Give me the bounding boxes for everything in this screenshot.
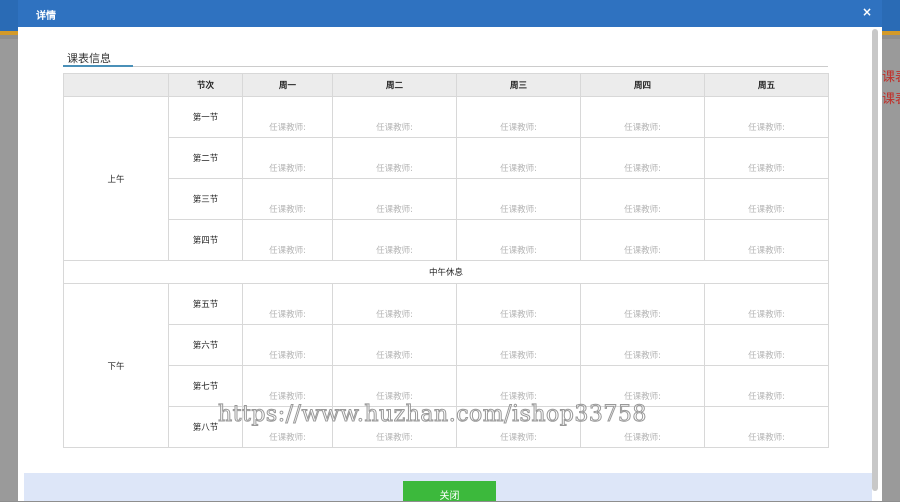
schedule-cell[interactable]: 任课教师: [332,96,457,138]
schedule-cell[interactable]: 任课教师: [580,178,705,220]
period-label: 第三节 [168,178,243,220]
schedule-cell[interactable]: 任课教师: [332,219,457,261]
schedule-cell[interactable]: 任课教师: [242,365,333,407]
period-label: 第六节 [168,324,243,366]
schedule-cell[interactable]: 任课教师: [704,283,829,325]
period-label: 第七节 [168,365,243,407]
schedule-cell[interactable]: 任课教师: [332,324,457,366]
schedule-cell[interactable]: 任课教师: [580,96,705,138]
period-label: 第五节 [168,283,243,325]
scrollbar[interactable] [872,29,878,491]
schedule-cell[interactable]: 任课教师: [332,178,457,220]
schedule-cell[interactable]: 任课教师: [242,219,333,261]
background-link: 课表 [882,92,900,107]
table-row: 下午 第五节 任课教师: 任课教师: 任课教师: 任课教师: 任课教师: [63,283,829,448]
schedule-cell[interactable]: 任课教师: [456,137,581,179]
schedule-cell[interactable]: 任课教师: [580,283,705,325]
schedule-cell[interactable]: 任课教师: [456,178,581,220]
schedule-cell[interactable]: 任课教师: [704,365,829,407]
schedule-cell[interactable]: 任课教师: [704,219,829,261]
table-row: 上午 第一节 任课教师: 任课教师: 任课教师: 任课教师: 任课教师: [63,96,829,261]
column-header: 周三 [456,73,581,97]
background-content [882,39,900,501]
break-label: 中午休息 [63,260,829,284]
dialog-footer: 关闭 [24,473,872,502]
background-link: 课表 [882,70,900,85]
schedule-cell[interactable]: 任课教师: [456,283,581,325]
schedule-cell[interactable]: 任课教师: [580,219,705,261]
schedule-cell[interactable]: 任课教师: [242,324,333,366]
column-header: 周一 [242,73,333,97]
session-label: 上午 [63,96,169,261]
schedule-cell[interactable]: 任课教师: [332,365,457,407]
schedule-cell[interactable]: 任课教师: [242,178,333,220]
schedule-cell[interactable]: 任课教师: [456,365,581,407]
schedule-cell[interactable]: 任课教师: [580,137,705,179]
table-row: 第三节 任课教师: 任课教师: 任课教师: 任课教师: 任课教师: [64,178,829,220]
schedule-cell[interactable]: 任课教师: [704,324,829,366]
schedule-cell[interactable]: 任课教师: [580,324,705,366]
schedule-cell[interactable]: 任课教师: [456,324,581,366]
schedule-cell[interactable]: 任课教师: [332,283,457,325]
break-row: 中午休息 [63,260,829,284]
column-header: 周五 [704,73,829,97]
dialog-title: 详情 [36,11,56,22]
column-header: 周二 [332,73,457,97]
table-row: 第二节 任课教师: 任课教师: 任课教师: 任课教师: 任课教师: [64,137,829,179]
column-header: 节次 [168,73,243,97]
schedule-cell[interactable]: 任课教师: [242,283,333,325]
watermark: https://www.huzhan.com/ishop33758 [218,402,647,428]
period-label: 第四节 [168,219,243,261]
close-button[interactable]: 关闭 [403,481,496,502]
table-row: 第六节 任课教师: 任课教师: 任课教师: 任课教师: 任课教师: [64,324,829,366]
schedule-cell[interactable]: 任课教师: [242,137,333,179]
section-title: 课表信息 [63,50,133,67]
schedule-cell[interactable]: 任课教师: [580,365,705,407]
schedule-cell[interactable]: 任课教师: [332,137,457,179]
schedule-cell[interactable]: 任课教师: [242,96,333,138]
schedule-table: 节次 周一 周二 周三 周四 周五 上午 第一节 任课教师: 任课教师: 任课教师: 任课教师: 任课… [63,73,829,448]
schedule-cell[interactable]: 任课教师: [704,178,829,220]
schedule-cell[interactable]: 任课教师: [704,96,829,138]
table-row: 第四节 任课教师: 任课教师: 任课教师: 任课教师: 任课教师: [64,219,829,261]
period-label: 第二节 [168,137,243,179]
session-label: 下午 [63,283,169,448]
schedule-cell[interactable]: 任课教师: [704,137,829,179]
background-sidebar [0,39,18,501]
column-header: 周四 [580,73,705,97]
table-row: 第七节 任课教师: 任课教师: 任课教师: 任课教师: 任课教师: [64,365,829,407]
dialog-title-bar: 详情 × [18,0,882,27]
column-header [63,73,169,97]
schedule-cell[interactable]: 任课教师: [704,406,829,448]
period-label: 第一节 [168,96,243,138]
close-icon[interactable]: × [862,5,872,19]
schedule-cell[interactable]: 任课教师: [456,219,581,261]
schedule-cell[interactable]: 任课教师: [456,96,581,138]
section-header: 课表信息 [63,50,828,67]
